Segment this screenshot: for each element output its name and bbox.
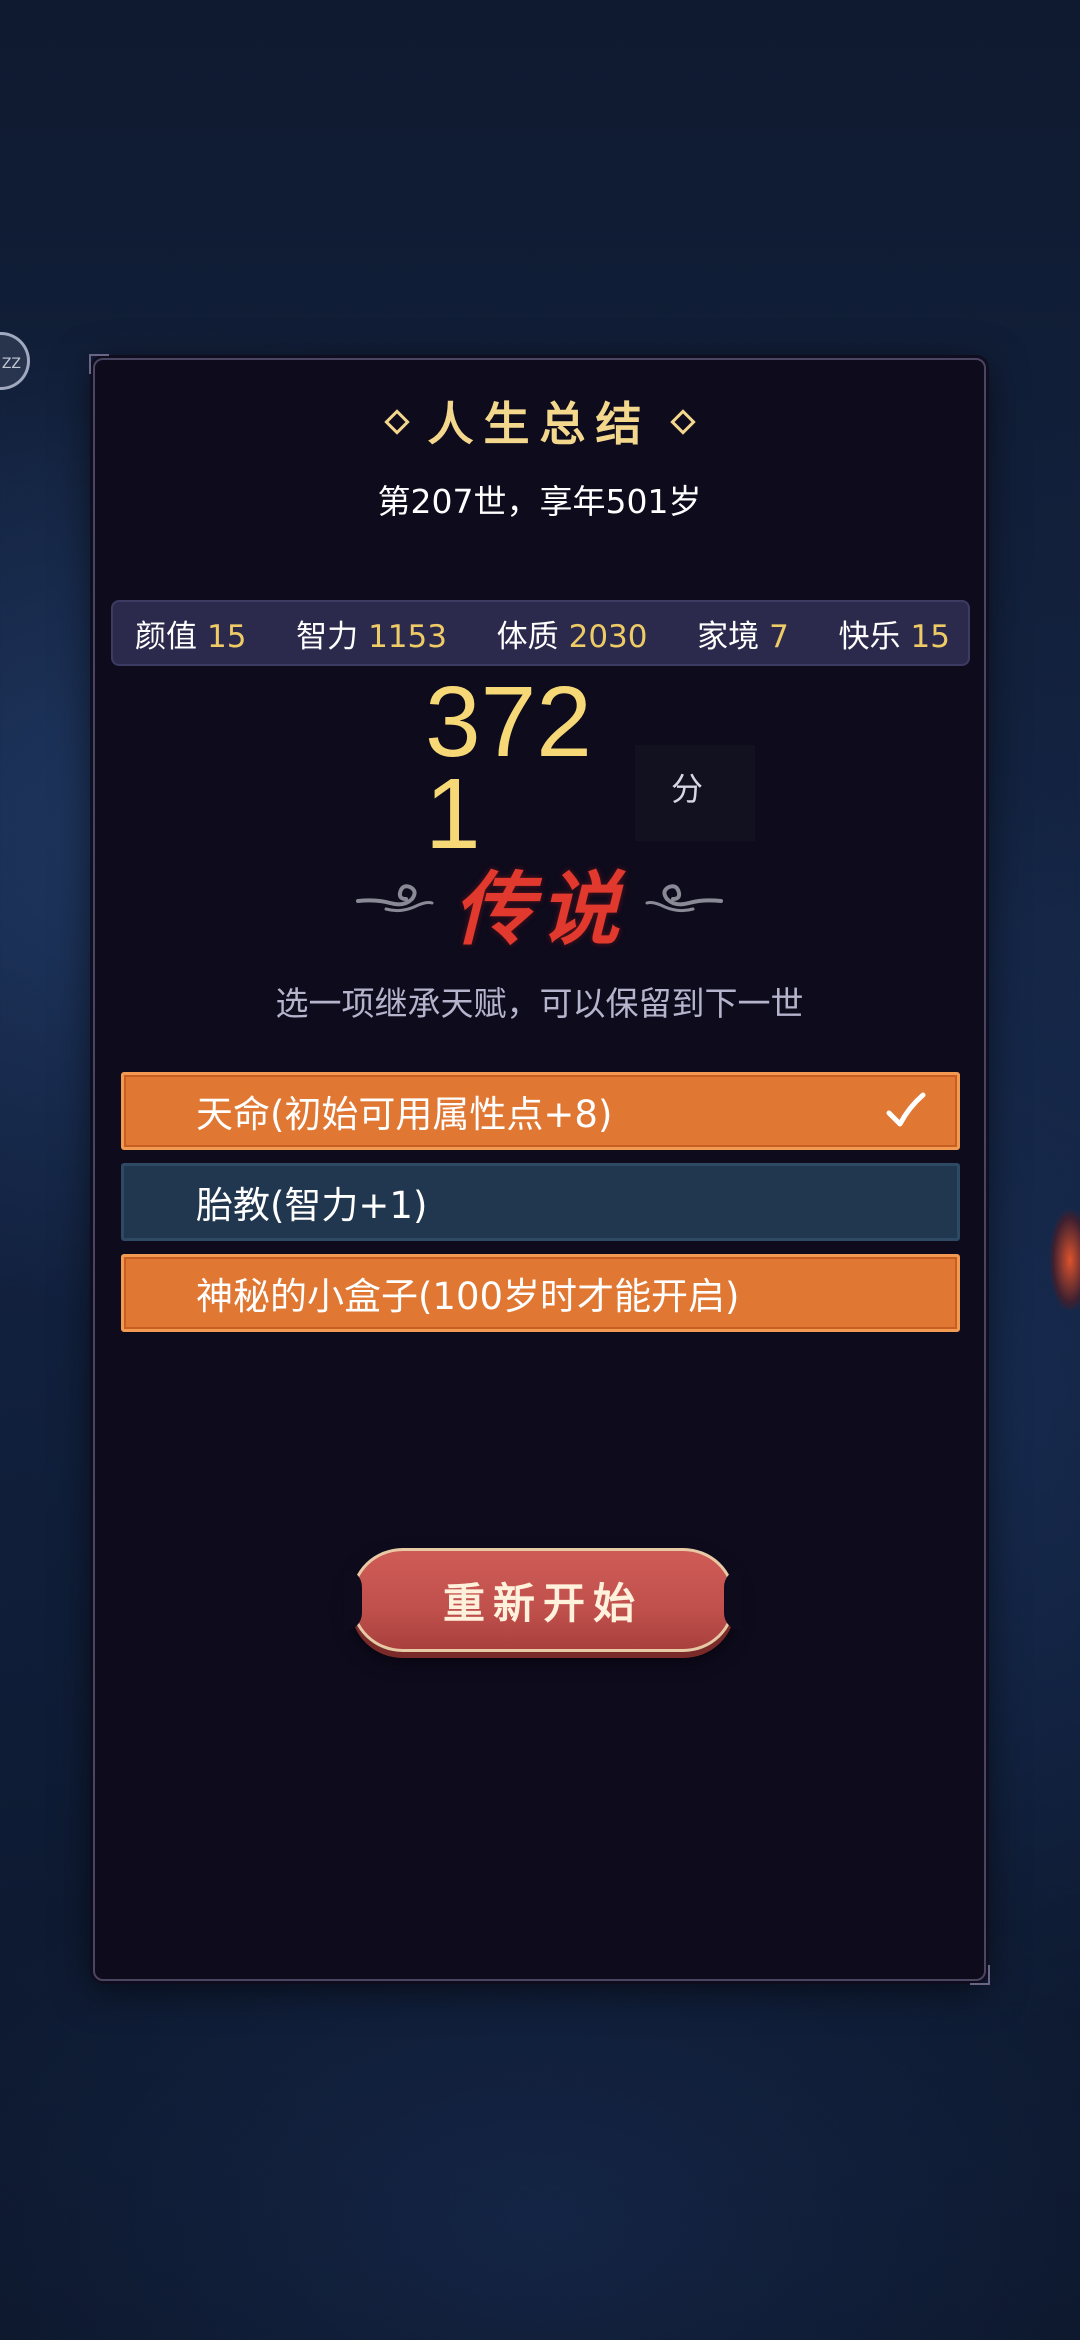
life-summary-panel: 人生总结 第207世，享年501岁 颜值 15 智力 1153 体质 2030 家境 7… [89, 354, 990, 1985]
talent-option-label: 天命(初始可用属性点+8) [196, 1093, 613, 1136]
diamond-ornament-icon [383, 409, 410, 435]
diamond-ornament-icon [669, 409, 696, 435]
floating-assist-ball[interactable]: ZZ [0, 332, 30, 390]
talent-option-destiny[interactable]: 天命(初始可用属性点+8) [121, 1072, 960, 1150]
restart-button-label: 重新开始 [442, 1578, 643, 1628]
stat-family: 家境 7 [697, 618, 789, 655]
checkmark-icon [886, 1092, 926, 1127]
rank-row: 传说 [95, 845, 984, 956]
cloud-swirl-right-icon [645, 884, 723, 913]
talent-option-prenatal-education[interactable]: 胎教(智力+1) [121, 1163, 960, 1241]
inherit-hint: 选一项继承天赋，可以保留到下一世 [275, 984, 804, 1023]
panel-title: 人生总结 [95, 388, 984, 454]
total-score: 3721 [425, 666, 592, 870]
panel-title-text: 人生总结 [427, 397, 652, 451]
stat-intelligence: 智力 1153 [296, 618, 447, 655]
talent-option-label: 胎教(智力+1) [196, 1184, 428, 1227]
stat-constitution: 体质 2030 [496, 618, 648, 655]
stat-appearance: 颜值 15 [135, 618, 247, 655]
restart-button[interactable]: 重新开始 [344, 1548, 742, 1652]
life-subtitle: 第207世，享年501岁 [377, 482, 702, 521]
cloud-swirl-left-icon [356, 884, 434, 913]
talent-option-mystery-box[interactable]: 神秘的小盒子(100岁时才能开启) [121, 1254, 960, 1332]
talent-option-label: 神秘的小盒子(100岁时才能开启) [196, 1275, 740, 1318]
stat-happiness: 快乐 15 [838, 618, 950, 655]
stats-bar: 颜值 15 智力 1153 体质 2030 家境 7 快乐 15 [111, 600, 970, 666]
score-unit: 分 [671, 770, 704, 808]
rank-title: 传说 [453, 862, 626, 956]
background-ember [1050, 1210, 1080, 1310]
